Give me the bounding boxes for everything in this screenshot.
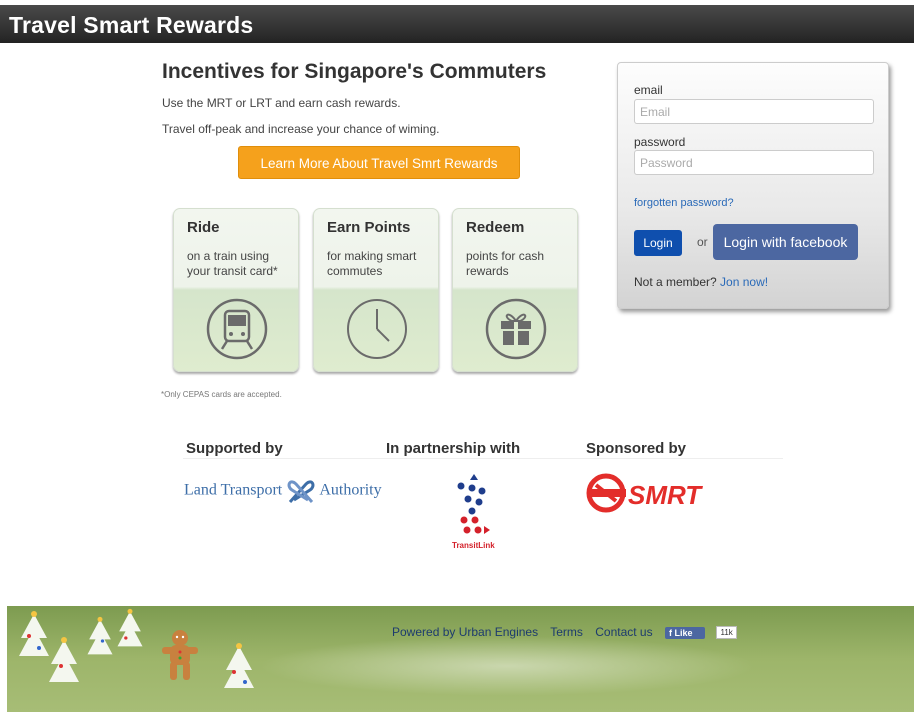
gift-icon	[485, 298, 547, 360]
smrt-logo-text: SMRT	[628, 480, 703, 510]
site-title[interactable]: Travel Smart Rewards	[9, 12, 253, 39]
like-count: 11k	[716, 626, 737, 640]
footer: Powered by Urban Engines Terms Contact u…	[7, 606, 914, 712]
hero-title: Incentives for Singapore's Commuters	[162, 60, 547, 83]
member-text: Not a member?	[634, 275, 717, 289]
transitlink-logo-icon[interactable]	[452, 472, 492, 540]
footer-links: Powered by Urban Engines Terms Contact u…	[392, 625, 746, 640]
member-prompt: Not a member? Jon now!	[634, 275, 768, 289]
login-panel: email password forgotten password? Login…	[617, 62, 889, 309]
password-label: password	[634, 135, 686, 149]
or-text: or	[697, 235, 708, 249]
lta-ribbon-icon	[287, 480, 315, 503]
card-title: Ride	[187, 219, 220, 236]
lta-logo-text-right: Authority	[319, 481, 382, 499]
like-label: Like	[674, 627, 693, 638]
card-redeem: Redeem points for cash rewards	[452, 208, 578, 372]
card-ride: Ride on a train using your transit card*	[173, 208, 299, 372]
password-field[interactable]	[634, 150, 874, 175]
sponsor-divider	[183, 458, 783, 459]
email-label: email	[634, 83, 663, 97]
cepas-note: *Only CEPAS cards are accepted.	[161, 390, 282, 399]
footer-sheen	[257, 636, 757, 696]
smrt-logo[interactable]: SMRT	[586, 471, 726, 520]
lta-logo-text-left: Land Transport	[184, 481, 283, 499]
contact-us-link[interactable]: Contact us	[595, 625, 652, 639]
christmas-tree-icon	[49, 637, 79, 682]
smrt-emblem-icon: SMRT	[586, 473, 703, 513]
gingerbread-man-icon	[162, 630, 198, 680]
card-description: for making smart commutes	[327, 249, 417, 278]
card-title: Earn Points	[327, 219, 411, 236]
clock-icon	[347, 299, 407, 359]
card-description: points for cash rewards	[466, 249, 545, 278]
facebook-login-button[interactable]: Login with facebook	[713, 224, 858, 260]
powered-by-link[interactable]: Powered by Urban Engines	[392, 625, 538, 639]
sponsored-by-heading: Sponsored by	[586, 440, 687, 457]
card-description: on a train using your transit card*	[187, 249, 278, 278]
email-field[interactable]	[634, 99, 874, 124]
hero-line-1: Use the MRT or LRT and earn cash rewards…	[162, 96, 401, 110]
christmas-tree-icon	[224, 643, 254, 688]
christmas-tree-icon	[117, 608, 143, 647]
train-icon	[206, 298, 268, 360]
terms-link[interactable]: Terms	[550, 625, 583, 639]
login-button[interactable]: Login	[634, 230, 682, 256]
learn-more-button[interactable]: Learn More About Travel Smrt Rewards	[238, 146, 520, 179]
card-earn-points: Earn Points for making smart commutes	[313, 208, 439, 372]
top-header-bar: Travel Smart Rewards	[0, 5, 914, 43]
forgot-password-link[interactable]: forgotten password?	[634, 197, 734, 209]
join-now-link[interactable]: Jon now!	[720, 275, 768, 289]
facebook-like-button[interactable]: f Like	[664, 626, 706, 639]
supported-by-heading: Supported by	[186, 440, 283, 457]
christmas-tree-icon	[19, 611, 49, 656]
transitlink-logo-text: TransitLink	[452, 541, 495, 550]
partnership-heading: In partnership with	[386, 440, 521, 457]
christmas-tree-icon	[87, 616, 113, 655]
hero-line-2: Travel off-peak and increase your chance…	[162, 122, 440, 136]
lta-logo[interactable]: Land Transport Authority	[184, 476, 382, 506]
card-title: Redeem	[466, 219, 525, 236]
